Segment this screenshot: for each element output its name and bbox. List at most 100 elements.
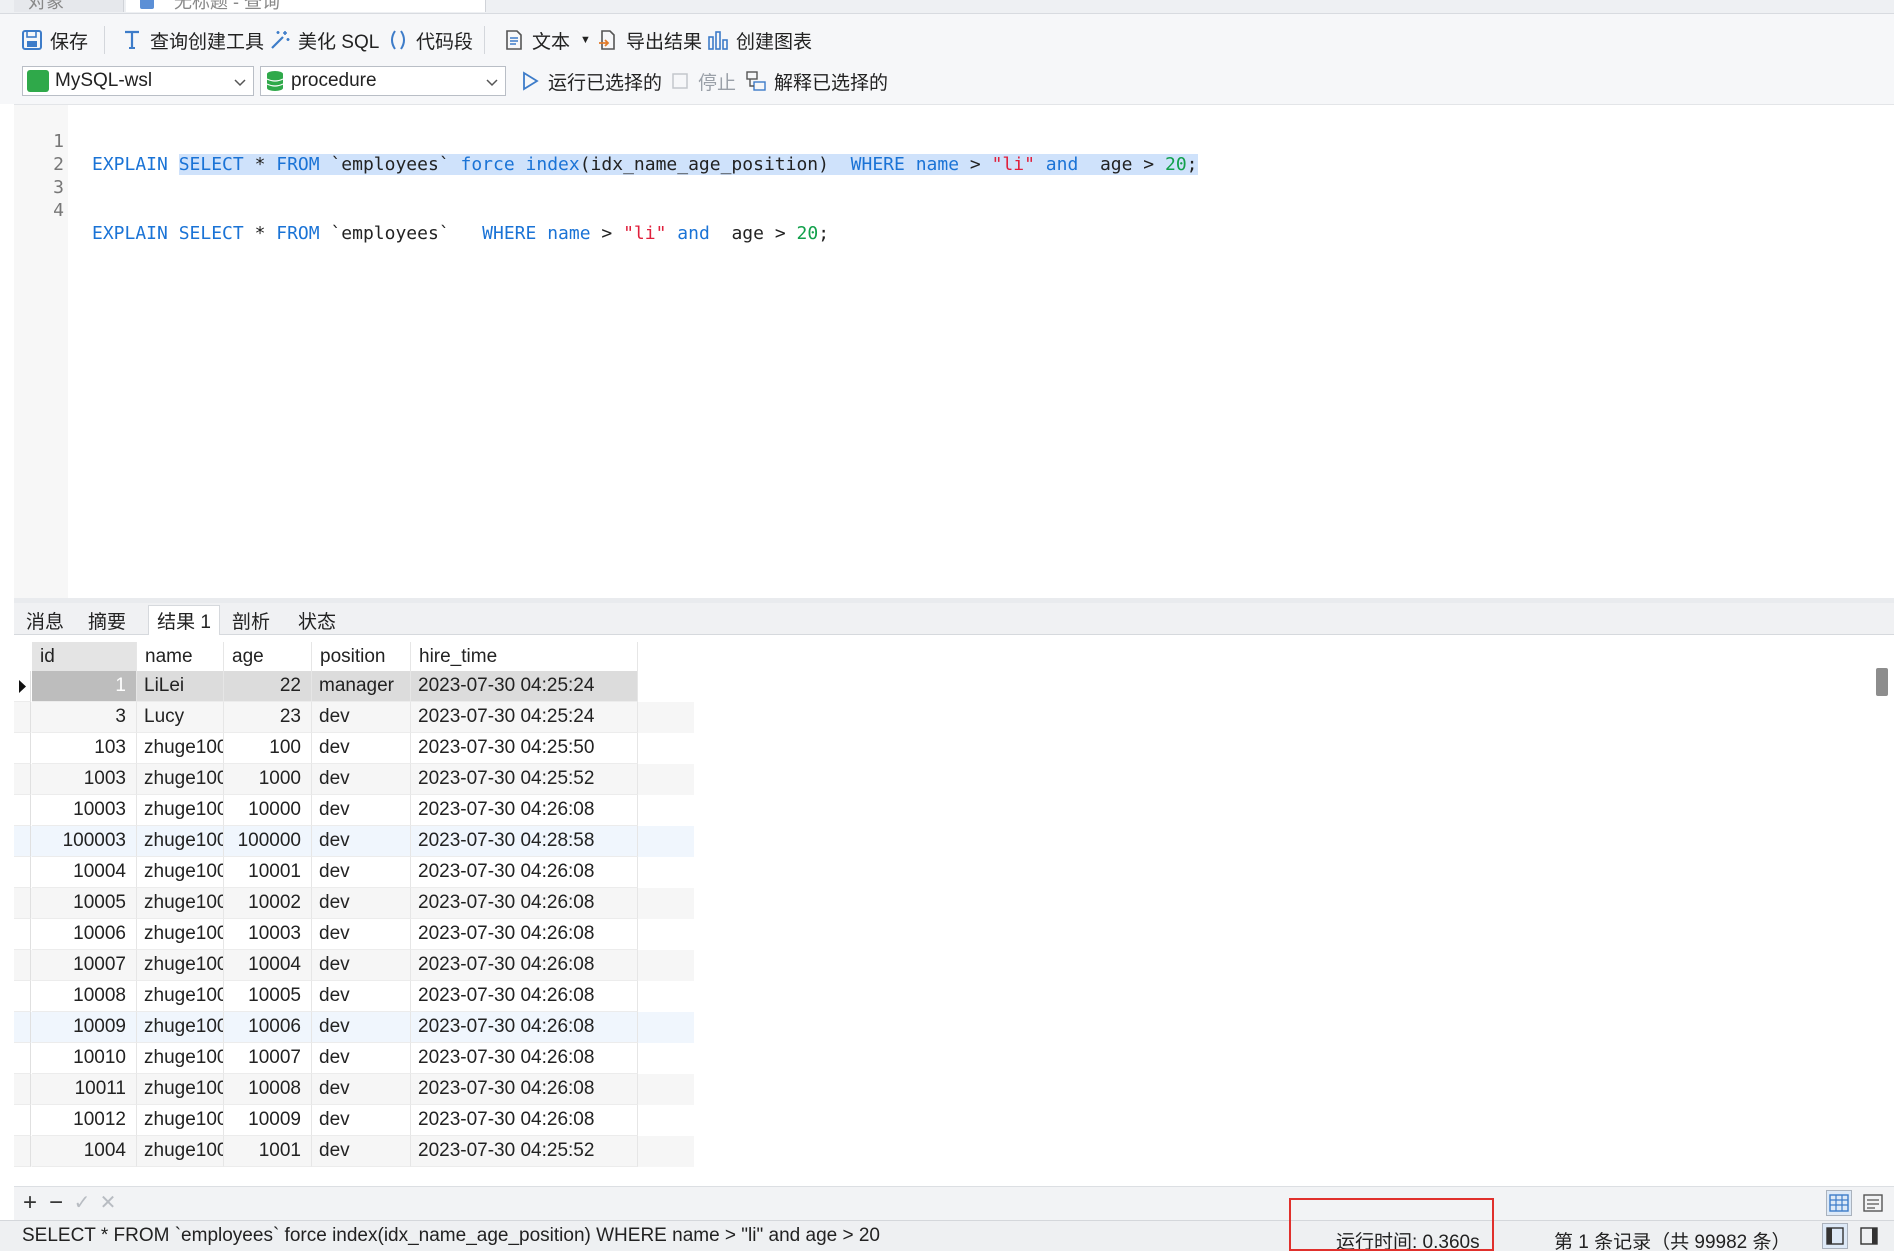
discard-changes-button[interactable]: ✕: [96, 1191, 120, 1215]
grid-scrollbar-thumb[interactable]: [1876, 668, 1888, 696]
cell-id[interactable]: 10009: [32, 1012, 137, 1043]
text-mode-dropdown[interactable]: 文本 ▼: [502, 26, 591, 54]
cell-id[interactable]: 1: [32, 671, 137, 702]
row-indicator[interactable]: [14, 702, 31, 733]
cell-hire-time[interactable]: 2023-07-30 04:25:52: [411, 1136, 638, 1167]
table-row[interactable]: 10011zhuge100(10008dev2023-07-30 04:26:0…: [14, 1074, 694, 1105]
column-header-hire-time[interactable]: hire_time: [411, 642, 638, 671]
cell-age[interactable]: 100: [224, 733, 312, 764]
cell-hire-time[interactable]: 2023-07-30 04:28:58: [411, 826, 638, 857]
cell-position[interactable]: dev: [312, 888, 411, 919]
table-row[interactable]: 1 LiLei 22 manager 2023-07-30 04:25:24: [14, 671, 694, 702]
cell-age[interactable]: 10005: [224, 981, 312, 1012]
cell-name[interactable]: zhuge100(: [137, 1043, 224, 1074]
table-row[interactable]: 10009zhuge100(10006dev2023-07-30 04:26:0…: [14, 1012, 694, 1043]
cell-position[interactable]: dev: [312, 1105, 411, 1136]
row-indicator[interactable]: [14, 733, 31, 764]
cell-name[interactable]: LiLei: [137, 671, 224, 702]
row-indicator[interactable]: [14, 795, 31, 826]
sql-editor[interactable]: 1 EXPLAIN SELECT * FROM `employees` forc…: [14, 104, 1894, 599]
run-selected-button[interactable]: 运行已选择的: [518, 67, 662, 95]
row-indicator[interactable]: [14, 1043, 31, 1074]
table-row[interactable]: 10012zhuge100(10009dev2023-07-30 04:26:0…: [14, 1105, 694, 1136]
cell-id[interactable]: 10012: [32, 1105, 137, 1136]
cell-age[interactable]: 10003: [224, 919, 312, 950]
table-row[interactable]: 10004zhuge100(10001dev2023-07-30 04:26:0…: [14, 857, 694, 888]
cell-name[interactable]: zhuge100(: [137, 919, 224, 950]
cell-name[interactable]: zhuge100': [137, 1136, 224, 1167]
cell-hire-time[interactable]: 2023-07-30 04:26:08: [411, 1043, 638, 1074]
cell-position[interactable]: dev: [312, 733, 411, 764]
cell-position[interactable]: dev: [312, 764, 411, 795]
database-select[interactable]: procedure: [260, 66, 506, 96]
cell-position[interactable]: dev: [312, 1074, 411, 1105]
export-results-button[interactable]: 导出结果: [596, 26, 702, 54]
column-header-position[interactable]: position: [312, 642, 411, 671]
cell-position[interactable]: manager: [312, 671, 411, 702]
cell-id[interactable]: 10005: [32, 888, 137, 919]
toggle-left-pane-button[interactable]: [1822, 1223, 1848, 1249]
row-indicator[interactable]: [14, 826, 31, 857]
cell-id[interactable]: 10006: [32, 919, 137, 950]
cell-hire-time[interactable]: 2023-07-30 04:26:08: [411, 950, 638, 981]
cell-hire-time[interactable]: 2023-07-30 04:25:24: [411, 671, 638, 702]
tab-summary[interactable]: 摘要: [76, 605, 138, 635]
toggle-right-pane-button[interactable]: [1856, 1223, 1882, 1249]
cell-id[interactable]: 10008: [32, 981, 137, 1012]
row-indicator[interactable]: [14, 981, 31, 1012]
result-grid[interactable]: id name age position hire_time 1 LiLei 22 m…: [14, 642, 1864, 1168]
create-chart-button[interactable]: 创建图表: [706, 26, 812, 54]
cell-name[interactable]: zhuge100(: [137, 1105, 224, 1136]
connection-select[interactable]: MySQL-wsl: [22, 66, 254, 96]
cell-position[interactable]: dev: [312, 702, 411, 733]
cell-name[interactable]: zhuge100(: [137, 826, 224, 857]
cell-name[interactable]: zhuge100(: [137, 857, 224, 888]
cell-name[interactable]: zhuge100(: [137, 795, 224, 826]
explain-selected-button[interactable]: 解释已选择的: [744, 67, 888, 95]
cell-position[interactable]: dev: [312, 950, 411, 981]
cell-age[interactable]: 1001: [224, 1136, 312, 1167]
cell-age[interactable]: 23: [224, 702, 312, 733]
cell-age[interactable]: 10006: [224, 1012, 312, 1043]
cell-position[interactable]: dev: [312, 1043, 411, 1074]
cell-age[interactable]: 10000: [224, 795, 312, 826]
row-indicator[interactable]: [14, 1074, 31, 1105]
cell-name[interactable]: zhuge100(: [137, 764, 224, 795]
cell-age[interactable]: 10008: [224, 1074, 312, 1105]
cell-hire-time[interactable]: 2023-07-30 04:26:08: [411, 919, 638, 950]
row-indicator[interactable]: [14, 1105, 31, 1136]
cell-position[interactable]: dev: [312, 981, 411, 1012]
cell-age[interactable]: 100000: [224, 826, 312, 857]
add-record-button[interactable]: +: [18, 1191, 42, 1215]
cell-position[interactable]: dev: [312, 795, 411, 826]
cell-id[interactable]: 103: [32, 733, 137, 764]
cell-age[interactable]: 1000: [224, 764, 312, 795]
cell-name[interactable]: zhuge100(: [137, 888, 224, 919]
code-snippet-button[interactable]: 代码段: [386, 26, 473, 54]
table-row[interactable]: 10003zhuge100(10000dev2023-07-30 04:26:0…: [14, 795, 694, 826]
cell-id[interactable]: 10003: [32, 795, 137, 826]
table-row[interactable]: 103 zhuge100 100 dev 2023-07-30 04:25:50: [14, 733, 694, 764]
cell-name[interactable]: zhuge100(: [137, 1074, 224, 1105]
cell-name[interactable]: Lucy: [137, 702, 224, 733]
row-indicator[interactable]: [14, 919, 31, 950]
row-indicator[interactable]: [14, 1136, 31, 1167]
cell-name[interactable]: zhuge100(: [137, 1012, 224, 1043]
row-indicator[interactable]: [14, 950, 31, 981]
cell-age[interactable]: 10007: [224, 1043, 312, 1074]
table-row[interactable]: 3 Lucy 23 dev 2023-07-30 04:25:24: [14, 702, 694, 733]
cell-id[interactable]: 10007: [32, 950, 137, 981]
table-row[interactable]: 10006zhuge100(10003dev2023-07-30 04:26:0…: [14, 919, 694, 950]
cell-name[interactable]: zhuge100(: [137, 950, 224, 981]
column-header-age[interactable]: age: [224, 642, 312, 671]
row-indicator[interactable]: [14, 888, 31, 919]
table-row[interactable]: 10010zhuge100(10007dev2023-07-30 04:26:0…: [14, 1043, 694, 1074]
tab-profile[interactable]: 剖析: [220, 605, 282, 635]
cell-name[interactable]: zhuge100(: [137, 981, 224, 1012]
cell-position[interactable]: dev: [312, 919, 411, 950]
column-header-name[interactable]: name: [137, 642, 224, 671]
row-indicator[interactable]: [14, 671, 31, 702]
grid-view-button[interactable]: [1826, 1190, 1852, 1216]
cell-hire-time[interactable]: 2023-07-30 04:26:08: [411, 1012, 638, 1043]
cell-id[interactable]: 10004: [32, 857, 137, 888]
